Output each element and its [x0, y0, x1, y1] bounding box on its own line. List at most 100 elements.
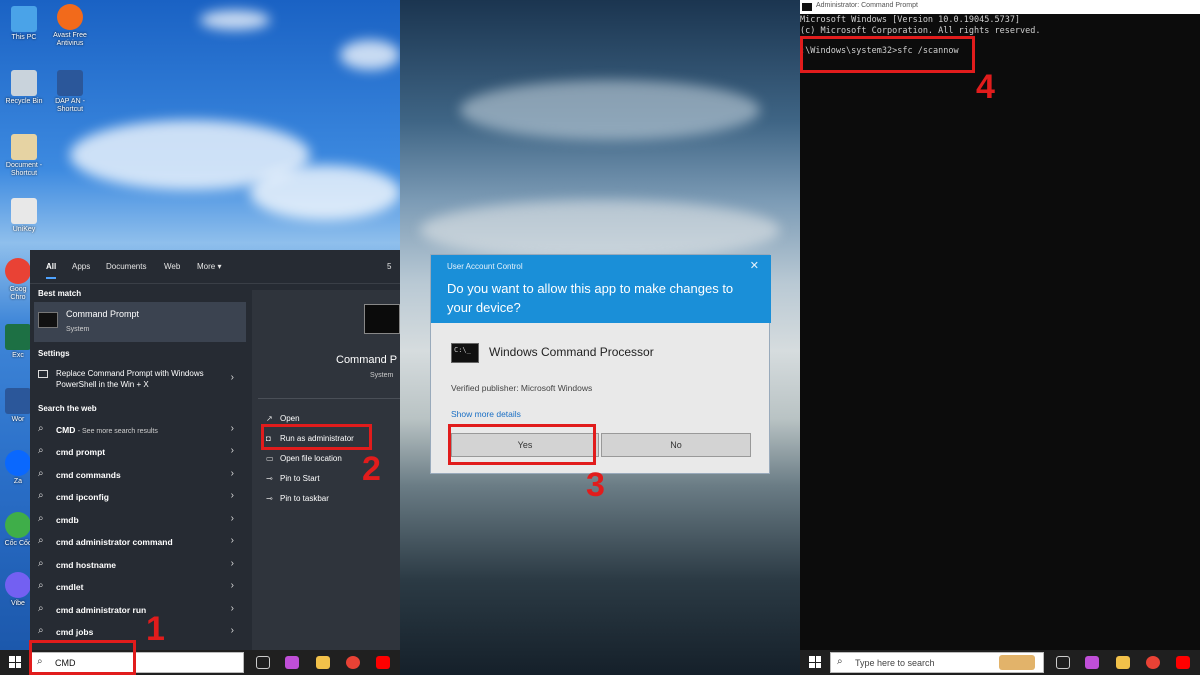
best-match-subtitle: System	[66, 326, 90, 333]
viber-icon	[5, 572, 31, 598]
tab-more[interactable]: More ▾	[197, 262, 221, 271]
web-result-term: cmd ipconfig	[56, 492, 109, 502]
recycle-bin-icon	[11, 70, 37, 96]
taskbar-search-input[interactable]: ⌕ Type here to search	[830, 652, 1044, 673]
coccoc-icon	[5, 512, 31, 538]
action-open[interactable]: ↗ Open	[266, 414, 300, 423]
desktop-icon-unikey[interactable]: UniKey	[4, 198, 44, 234]
search-icon: ⌕	[38, 625, 44, 636]
open-icon: ↗	[266, 414, 273, 423]
chevron-right-icon: ›	[230, 558, 234, 569]
divider	[258, 398, 400, 399]
copilot-icon[interactable]	[285, 656, 299, 669]
chrome-icon[interactable]	[346, 656, 360, 669]
desktop-icon-coccoc[interactable]: Cốc Cốc	[4, 512, 32, 548]
setting-replace-cmd[interactable]: Replace Command Prompt with Windows Powe…	[34, 364, 246, 394]
search-web-heading: Search the web	[38, 404, 97, 413]
web-result-term: cmd prompt	[56, 447, 106, 457]
command-prompt-icon	[38, 312, 58, 328]
web-result-item[interactable]: ⌕ cmd commands ›	[34, 465, 246, 485]
tab-all[interactable]: All	[46, 262, 57, 279]
settings-window-icon	[38, 370, 48, 378]
preview-subtitle: System	[370, 372, 394, 379]
chevron-right-icon: ›	[230, 468, 234, 479]
web-result-item[interactable]: ⌕ cmd jobs ›	[34, 622, 246, 642]
desktop-icon-this-pc[interactable]: This PC	[4, 6, 44, 42]
web-result-sub: - See more search results	[77, 428, 158, 435]
desktop-icon-document[interactable]: Document - Shortcut	[4, 134, 44, 178]
cloud	[250, 165, 400, 220]
web-result-item[interactable]: ⌕ cmdb ›	[34, 510, 246, 530]
command-processor-icon: C:\_	[451, 343, 479, 363]
no-button[interactable]: No	[601, 433, 751, 457]
action-open-file-location[interactable]: ▭ Open file location	[266, 454, 342, 463]
cloud	[200, 10, 270, 30]
show-more-details-link[interactable]: Show more details	[451, 409, 521, 419]
console-line: (c) Microsoft Corporation. All rights re…	[800, 26, 1041, 36]
desktop-icon-chrome[interactable]: Goog Chro	[4, 258, 32, 302]
chrome-icon[interactable]	[1146, 656, 1160, 669]
annotation-step-3: 3	[586, 466, 605, 504]
annotation-step-4: 4	[976, 68, 995, 106]
chevron-right-icon: ›	[230, 625, 234, 636]
task-view-icon[interactable]	[1056, 656, 1070, 669]
close-icon[interactable]: ✕	[750, 259, 759, 272]
panel-uac: User Account Control ✕ Do you want to al…	[400, 0, 800, 675]
windows-start-icon[interactable]	[9, 656, 21, 668]
search-icon: ⌕	[38, 603, 44, 614]
chevron-right-icon: ›	[230, 490, 234, 501]
uac-question: Do you want to allow this app to make ch…	[447, 281, 734, 315]
youtube-icon[interactable]	[376, 656, 390, 669]
avast-icon	[57, 4, 83, 30]
web-result-item[interactable]: ⌕ cmd administrator run ›	[34, 600, 246, 620]
search-menu: All Apps Documents Web More ▾ 5 Best mat…	[30, 250, 400, 650]
chevron-right-icon: ›	[230, 513, 234, 524]
windows-start-icon[interactable]	[809, 656, 821, 668]
this-pc-icon	[11, 6, 37, 32]
console-titlebar: Administrator: Command Prompt	[800, 0, 1200, 14]
web-result-item[interactable]: ⌕ CMD - See more search results ›	[34, 420, 246, 440]
search-icon: ⌕	[837, 656, 843, 667]
web-result-item[interactable]: ⌕ cmd administrator command ›	[34, 532, 246, 552]
desktop-icon-viber[interactable]: Vibe	[4, 572, 32, 608]
search-icon: ⌕	[38, 468, 44, 479]
task-view-icon[interactable]	[256, 656, 270, 669]
file-explorer-icon[interactable]	[316, 656, 330, 669]
search-highlight-icon	[999, 655, 1035, 670]
unikey-icon	[11, 198, 37, 224]
file-explorer-icon[interactable]	[1116, 656, 1130, 669]
annotation-box-yes	[448, 424, 596, 465]
desktop-icon-excel[interactable]: Exc	[4, 324, 32, 360]
best-match-command-prompt[interactable]: Command Prompt System	[34, 302, 246, 342]
web-result-item[interactable]: ⌕ cmd ipconfig ›	[34, 487, 246, 507]
tab-apps[interactable]: Apps	[72, 262, 90, 271]
search-tabs: All Apps Documents Web More ▾ 5	[30, 250, 400, 284]
search-icon: ⌕	[38, 423, 44, 434]
web-result-term: cmd jobs	[56, 627, 94, 637]
web-result-item[interactable]: ⌕ cmdlet ›	[34, 577, 246, 597]
desktop-icon-word[interactable]: Wor	[4, 388, 32, 424]
taskbar: ⌕ Type here to search	[800, 650, 1200, 675]
desktop-icon-avast[interactable]: Avast Free Antivirus	[50, 4, 90, 48]
web-result-item[interactable]: ⌕ cmd prompt ›	[34, 442, 246, 462]
chevron-right-icon: ›	[230, 372, 234, 383]
web-result-term: cmd administrator run	[56, 605, 147, 615]
desktop-icon-recycle-bin[interactable]: Recycle Bin	[4, 70, 44, 106]
desktop-icon-zalo[interactable]: Za	[4, 450, 32, 486]
word-icon	[5, 388, 31, 414]
youtube-icon[interactable]	[1176, 656, 1190, 669]
copilot-icon[interactable]	[1085, 656, 1099, 669]
annotation-box-command	[800, 36, 975, 73]
chevron-right-icon: ›	[230, 580, 234, 591]
desktop-icon-dap-an[interactable]: DAP AN - Shortcut	[50, 70, 90, 114]
action-pin-to-start[interactable]: ⊸ Pin to Start	[266, 474, 320, 483]
action-pin-to-taskbar[interactable]: ⊸ Pin to taskbar	[266, 494, 329, 503]
tab-web[interactable]: Web	[164, 262, 180, 271]
web-result-term: cmdb	[56, 515, 79, 525]
cloud	[460, 80, 760, 140]
annotation-box-run-admin	[261, 424, 372, 450]
web-result-item[interactable]: ⌕ cmd hostname ›	[34, 555, 246, 575]
tab-documents[interactable]: Documents	[106, 262, 146, 271]
search-icon: ⌕	[38, 490, 44, 501]
cloud	[420, 200, 780, 260]
